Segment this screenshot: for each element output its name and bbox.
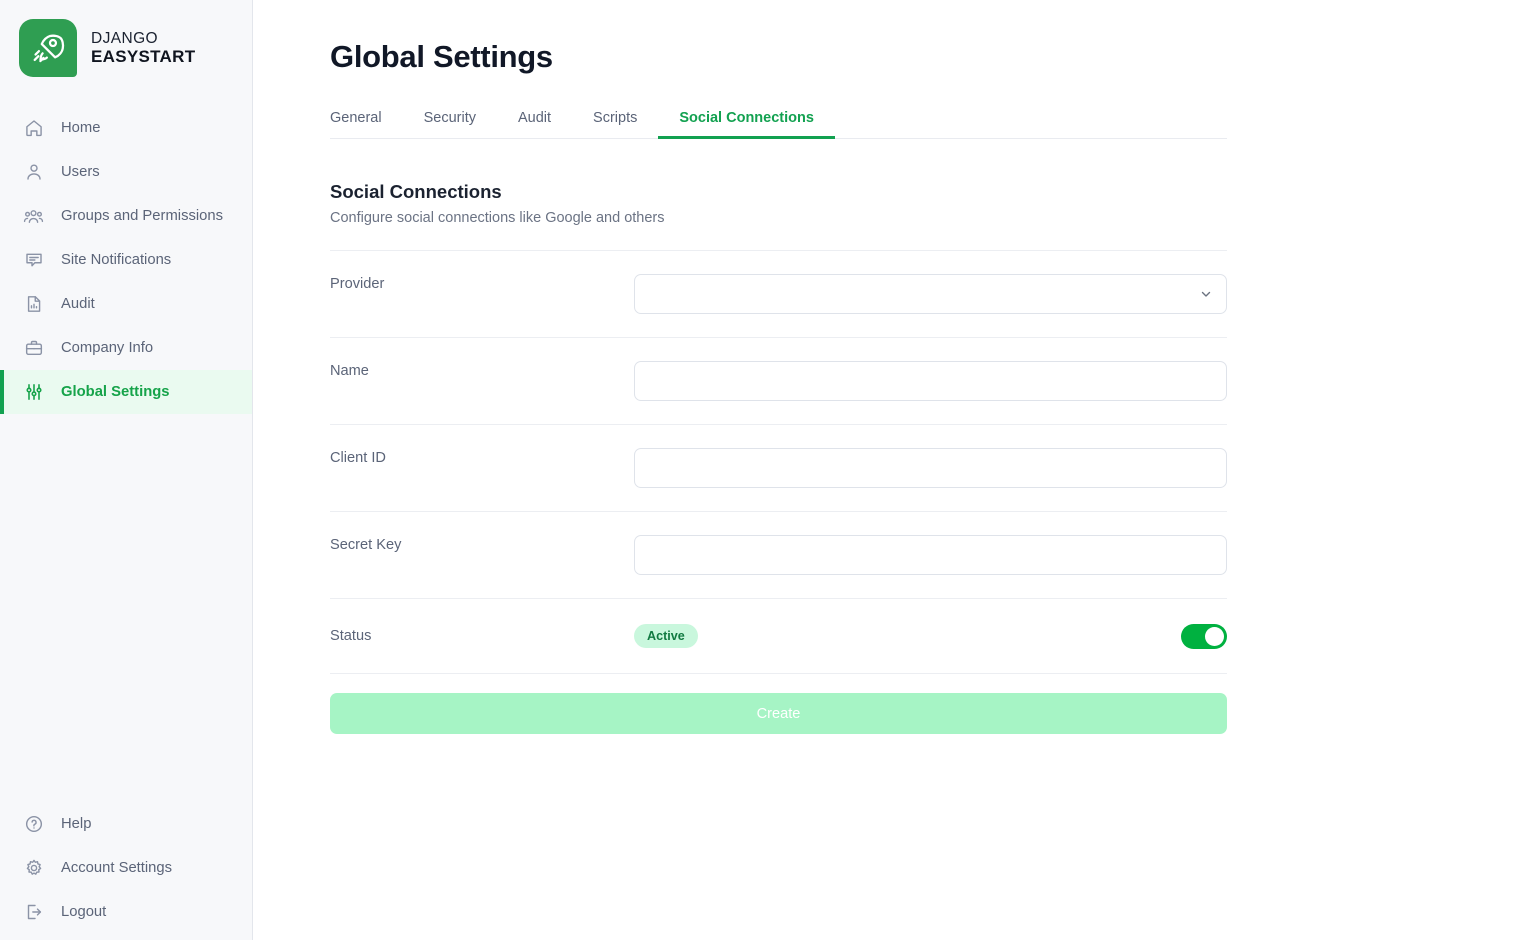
status-badge: Active	[634, 624, 698, 648]
toggle-knob	[1205, 626, 1224, 646]
secret-key-label: Secret Key	[330, 537, 402, 553]
tab-social-connections[interactable]: Social Connections	[658, 106, 835, 139]
gear-icon	[23, 858, 44, 879]
client-id-input[interactable]	[634, 448, 1227, 488]
sidebar-item-users[interactable]: Users	[0, 150, 252, 194]
sidebar-item-logout[interactable]: Logout	[0, 890, 252, 934]
status-toggle[interactable]	[1181, 623, 1227, 649]
sidebar-item-groups-and-permissions[interactable]: Groups and Permissions	[0, 194, 252, 238]
home-icon	[23, 118, 44, 139]
form-row-name: Name	[330, 337, 1227, 424]
sidebar-nav-main: Home Users Groups and Permissions Site N…	[0, 106, 252, 414]
sidebar-item-home[interactable]: Home	[0, 106, 252, 150]
social-connection-form: Provider Name Client ID Secret Key Statu…	[330, 250, 1227, 734]
secret-key-input[interactable]	[634, 535, 1227, 575]
sidebar-item-account-settings[interactable]: Account Settings	[0, 846, 252, 890]
tab-general[interactable]: General	[330, 106, 403, 138]
sidebar-item-label: Audit	[61, 296, 95, 312]
provider-select-wrap	[634, 274, 1227, 314]
sidebar: DJANGO EASYSTART Home Users Groups and P…	[0, 0, 253, 940]
sidebar-item-company-info[interactable]: Company Info	[0, 326, 252, 370]
client-id-field	[634, 448, 1227, 488]
secret-key-field	[634, 535, 1227, 575]
section-subtitle: Configure social connections like Google…	[330, 210, 665, 226]
sidebar-item-label: Users	[61, 164, 100, 180]
sidebar-item-site-notifications[interactable]: Site Notifications	[0, 238, 252, 282]
name-input[interactable]	[634, 361, 1227, 401]
page-title: Global Settings	[330, 39, 553, 74]
settings-tabs: General Security Audit Scripts Social Co…	[330, 106, 1227, 139]
rocket-icon	[19, 19, 77, 77]
provider-select[interactable]	[634, 274, 1227, 314]
sidebar-item-label: Home	[61, 120, 101, 136]
sliders-icon	[23, 382, 44, 403]
app-root: DJANGO EASYSTART Home Users Groups and P…	[0, 0, 1540, 940]
group-icon	[23, 206, 44, 227]
form-row-client-id: Client ID	[330, 424, 1227, 511]
brand-line-2: EASYSTART	[91, 47, 196, 67]
tab-security[interactable]: Security	[403, 106, 497, 138]
brand-text: DJANGO EASYSTART	[91, 30, 195, 66]
tab-audit[interactable]: Audit	[497, 106, 572, 138]
main-content: Global Settings General Security Audit S…	[253, 0, 1540, 940]
tab-scripts[interactable]: Scripts	[572, 106, 658, 138]
form-bottom-divider	[330, 673, 1227, 674]
document-chart-icon	[23, 294, 44, 315]
provider-field	[634, 274, 1227, 314]
brand-line-1: DJANGO	[91, 29, 158, 47]
briefcase-icon	[23, 338, 44, 359]
sidebar-item-global-settings[interactable]: Global Settings	[0, 370, 252, 414]
form-row-provider: Provider	[330, 250, 1227, 337]
sidebar-item-label: Account Settings	[61, 860, 173, 876]
status-label: Status	[330, 628, 372, 644]
sidebar-item-label: Logout	[61, 904, 107, 920]
sidebar-item-label: Help	[61, 816, 92, 832]
sidebar-nav-bottom: Help Account Settings Logout	[0, 802, 252, 940]
create-button[interactable]: Create	[330, 693, 1227, 734]
sidebar-item-label: Global Settings	[61, 384, 170, 400]
sidebar-item-audit[interactable]: Audit	[0, 282, 252, 326]
client-id-label: Client ID	[330, 450, 386, 466]
question-circle-icon	[23, 814, 44, 835]
form-row-secret-key: Secret Key	[330, 511, 1227, 598]
sidebar-item-label: Company Info	[61, 340, 154, 356]
users-icon	[23, 162, 44, 183]
name-field	[634, 361, 1227, 401]
form-row-status: Status Active	[330, 598, 1227, 673]
sidebar-item-label: Site Notifications	[61, 252, 172, 268]
section-header: Social Connections Configure social conn…	[330, 181, 1498, 226]
comment-icon	[23, 250, 44, 271]
sidebar-item-help[interactable]: Help	[0, 802, 252, 846]
name-label: Name	[330, 363, 369, 379]
provider-label: Provider	[330, 276, 385, 292]
sidebar-item-label: Groups and Permissions	[61, 208, 224, 224]
brand-logo-block[interactable]: DJANGO EASYSTART	[0, 0, 252, 96]
status-field: Active	[634, 623, 1227, 649]
section-title: Social Connections	[330, 181, 502, 202]
logout-icon	[23, 902, 44, 923]
